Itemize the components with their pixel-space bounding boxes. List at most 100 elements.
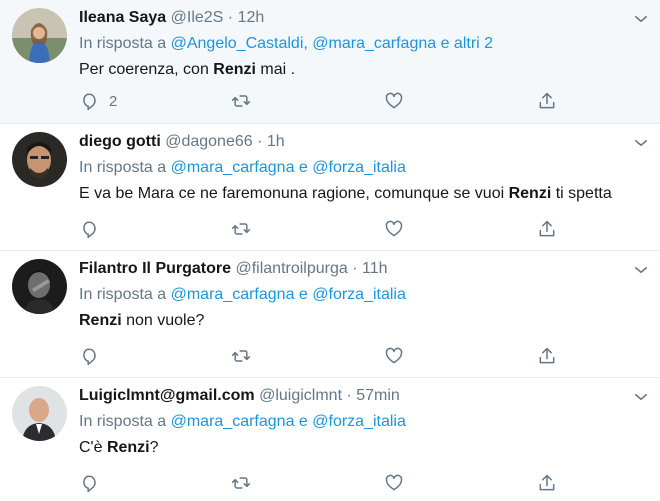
- tweet[interactable]: Filantro Il Purgatore @filantroilpurga ·…: [0, 251, 660, 378]
- text-segment: Per coerenza, con: [79, 61, 214, 78]
- reply-icon: [83, 93, 96, 111]
- tweet[interactable]: diego gotti @dagone66 · 1h In risposta a…: [0, 124, 660, 251]
- timestamp[interactable]: 12h: [238, 9, 265, 26]
- avatar[interactable]: [12, 8, 67, 63]
- retweet-icon: [231, 95, 251, 107]
- user-handle[interactable]: @Ile2S: [171, 9, 224, 26]
- share-button[interactable]: [537, 218, 557, 240]
- tweet-actions: [79, 218, 559, 240]
- like-button[interactable]: [384, 345, 404, 367]
- tweet-header: Ileana Saya @Ile2S · 12h: [79, 7, 264, 29]
- avatar[interactable]: [12, 132, 67, 187]
- retweet-icon: [231, 350, 251, 362]
- user-handle[interactable]: @luigiclmnt: [259, 387, 342, 404]
- share-button[interactable]: [537, 90, 557, 112]
- highlighted-keyword: Renzi: [213, 61, 256, 78]
- share-icon: [539, 474, 555, 491]
- separator-dot: ·: [257, 133, 263, 150]
- like-icon: [385, 92, 403, 109]
- chevron-down-icon[interactable]: [632, 134, 650, 152]
- reply-button[interactable]: 2: [79, 90, 117, 112]
- retweet-icon: [231, 477, 251, 489]
- tweet-header: Filantro Il Purgatore @filantroilpurga ·…: [79, 258, 388, 280]
- like-button[interactable]: [384, 218, 404, 240]
- separator-dot: ·: [346, 387, 352, 404]
- tweet-actions: [79, 472, 559, 494]
- reply-prefix: In risposta a: [79, 35, 167, 52]
- reply-prefix: In risposta a: [79, 159, 167, 176]
- retweet-button[interactable]: [231, 345, 251, 367]
- mention-link[interactable]: @forza_italia: [312, 413, 406, 430]
- reply-icon: [83, 221, 96, 239]
- reply-icon: [83, 348, 96, 366]
- text-segment: E va be Mara ce ne faremonuna ragione, c…: [79, 185, 509, 202]
- tweet-text: Renzi non vuole?: [79, 310, 204, 332]
- highlighted-keyword: Renzi: [79, 312, 122, 329]
- display-name[interactable]: Ileana Saya: [79, 9, 166, 26]
- mention-link[interactable]: @mara_carfagna e: [171, 413, 308, 430]
- highlighted-keyword: Renzi: [106, 439, 150, 456]
- like-icon: [385, 347, 403, 364]
- mention-link[interactable]: @Angelo_Castaldi,: [171, 35, 308, 52]
- tweet-text: Per coerenza, con Renzi mai .: [79, 59, 295, 81]
- highlighted-keyword: Renzi: [508, 185, 552, 202]
- avatar[interactable]: [12, 386, 67, 441]
- separator-dot: ·: [227, 9, 234, 26]
- timestamp[interactable]: 11h: [362, 260, 388, 277]
- text-segment: non vuole?: [121, 312, 205, 329]
- share-icon: [539, 347, 555, 364]
- mention-link[interactable]: @mara_carfagna e: [171, 286, 308, 303]
- mention-link[interactable]: @forza_italia: [312, 286, 406, 303]
- separator-dot: ·: [352, 260, 358, 277]
- text-segment: mai .: [255, 61, 296, 78]
- text-segment: ?: [149, 439, 159, 456]
- chevron-down-icon[interactable]: [632, 261, 650, 279]
- reply-count: 2: [109, 92, 118, 110]
- retweet-button[interactable]: [231, 472, 251, 494]
- reply-button[interactable]: [79, 345, 109, 367]
- tweet-text: E va be Mara ce ne faremonuna ragione, c…: [79, 183, 612, 205]
- share-button[interactable]: [537, 345, 557, 367]
- text-segment: ti spetta: [551, 185, 612, 202]
- tweet-actions: 2: [79, 90, 559, 112]
- reply-context: In risposta a @mara_carfagna e @forza_it…: [79, 284, 406, 306]
- mention-link[interactable]: @mara_carfagna e: [171, 159, 308, 176]
- like-button[interactable]: [384, 90, 404, 112]
- tweet-header: diego gotti @dagone66 · 1h: [79, 131, 285, 153]
- like-button[interactable]: [384, 472, 404, 494]
- user-handle[interactable]: @dagone66: [165, 133, 252, 150]
- tweet-header: Luigiclmnt@gmail.com @luigiclmnt · 57min: [79, 385, 400, 407]
- mention-link[interactable]: @mara_carfagna e altri 2: [312, 35, 493, 52]
- retweet-button[interactable]: [231, 218, 251, 240]
- like-icon: [385, 474, 403, 491]
- avatar[interactable]: [12, 259, 67, 314]
- reply-prefix: In risposta a: [79, 413, 167, 430]
- tweet[interactable]: Luigiclmnt@gmail.com @luigiclmnt · 57min…: [0, 378, 660, 501]
- display-name[interactable]: Luigiclmnt@gmail.com: [79, 387, 255, 404]
- like-icon: [385, 220, 403, 237]
- reply-button[interactable]: [79, 218, 109, 240]
- retweet-button[interactable]: [231, 90, 251, 112]
- tweet-text: C'è Renzi?: [79, 437, 159, 459]
- display-name[interactable]: diego gotti: [79, 133, 161, 150]
- retweet-icon: [231, 223, 251, 235]
- reply-context: In risposta a @mara_carfagna e @forza_it…: [79, 411, 406, 433]
- share-button[interactable]: [537, 472, 557, 494]
- tweet[interactable]: Ileana Saya @Ile2S · 12h In risposta a @…: [0, 0, 660, 124]
- text-segment: C'è: [79, 439, 107, 456]
- chevron-down-icon[interactable]: [632, 10, 650, 28]
- reply-context: In risposta a @mara_carfagna e @forza_it…: [79, 157, 406, 179]
- tweet-actions: [79, 345, 559, 367]
- chevron-down-icon[interactable]: [632, 388, 650, 406]
- tweet-feed: Ileana Saya @Ile2S · 12h In risposta a @…: [0, 0, 660, 501]
- reply-button[interactable]: [79, 472, 109, 494]
- user-handle[interactable]: @filantroilpurga: [235, 260, 347, 277]
- timestamp[interactable]: 1h: [267, 133, 285, 150]
- mention-link[interactable]: @forza_italia: [312, 159, 406, 176]
- display-name[interactable]: Filantro Il Purgatore: [79, 260, 231, 277]
- timestamp[interactable]: 57min: [356, 387, 400, 404]
- reply-context: In risposta a @Angelo_Castaldi, @mara_ca…: [79, 33, 493, 55]
- share-icon: [539, 220, 555, 237]
- share-icon: [539, 92, 555, 109]
- reply-icon: [83, 475, 96, 493]
